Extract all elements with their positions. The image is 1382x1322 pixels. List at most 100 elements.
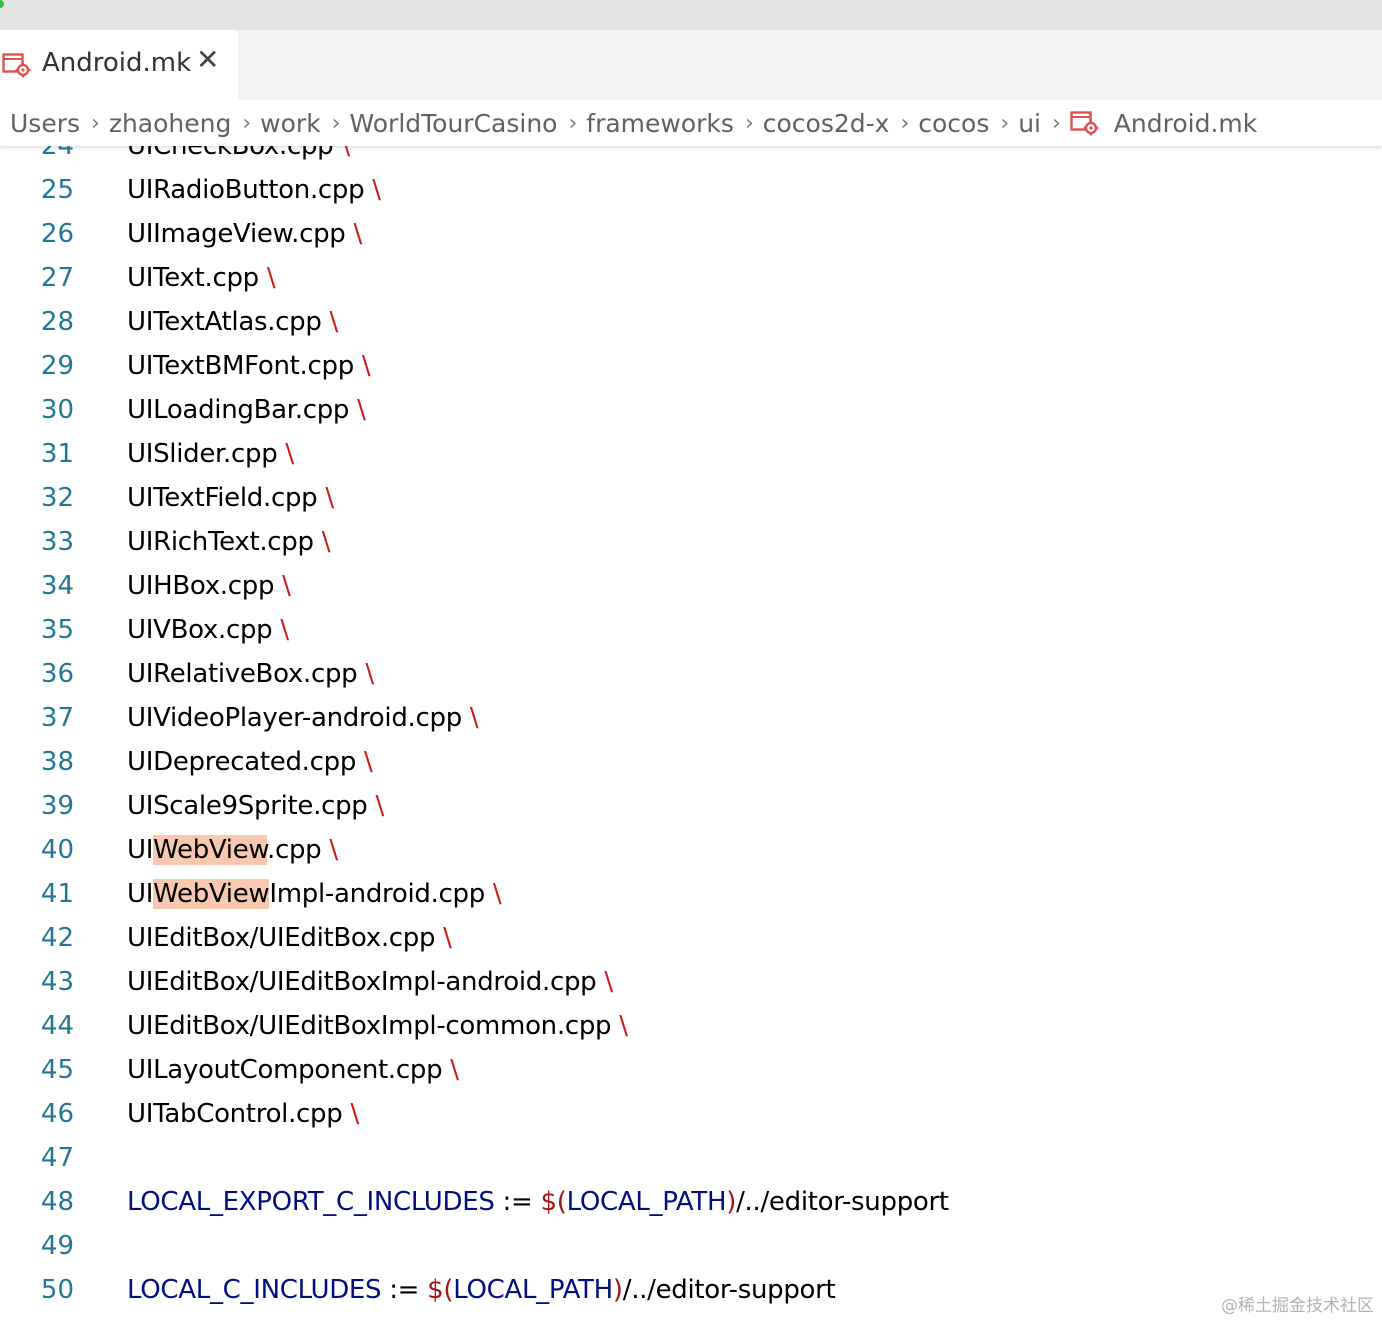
code-line[interactable]: 24 UICheckBox.cpp \: [0, 146, 1382, 168]
breadcrumb-label: Android.mk: [1113, 108, 1258, 138]
code-line[interactable]: 35 UIVBox.cpp \: [0, 608, 1382, 652]
assign-operator: :=: [494, 1187, 541, 1217]
breadcrumb-label: cocos2d-x: [762, 108, 890, 138]
line-continuation: \: [450, 1055, 459, 1085]
code-line[interactable]: 44 UIEditBox/UIEditBoxImpl-common.cpp \: [0, 1004, 1382, 1048]
window-zoom-button[interactable]: [0, 0, 4, 8]
source-file: UITextField.cpp: [127, 483, 318, 513]
tab-android-mk[interactable]: Android.mk ✕: [0, 30, 238, 100]
line-continuation: \: [372, 175, 381, 205]
source-file: UIRadioButton.cpp: [127, 175, 365, 205]
source-file: UICheckBox.cpp: [127, 146, 334, 161]
line-number: 24: [40, 146, 74, 161]
line-number: 49: [40, 1231, 74, 1261]
line-number: 42: [40, 923, 74, 953]
line-text: UIDeprecated.cpp \: [127, 740, 373, 784]
line-number: 38: [40, 747, 74, 777]
line-number: 43: [40, 967, 74, 997]
line-continuation: \: [321, 527, 331, 557]
source-file: UISlider.cpp: [127, 439, 278, 469]
line-text: UIEditBox/UIEditBoxImpl-android.cpp \: [127, 960, 613, 1004]
source-file: UILoadingBar.cpp: [127, 395, 350, 425]
breadcrumb-item[interactable]: zhaoheng: [109, 109, 232, 138]
line-number: 39: [40, 791, 74, 821]
line-number: 27: [40, 263, 74, 293]
code-line[interactable]: 36 UIRelativeBox.cpp \: [0, 652, 1382, 696]
variable-ref-open: $(: [540, 1187, 567, 1217]
line-continuation: \: [329, 835, 338, 865]
source-file: UIScale9Sprite.cpp: [127, 791, 368, 821]
line-text: UIVBox.cpp \: [127, 608, 289, 652]
breadcrumb-label: work: [260, 108, 321, 138]
breadcrumb-item[interactable]: frameworks: [586, 109, 734, 138]
line-number: 35: [40, 615, 74, 645]
code-line[interactable]: 48 LOCAL_EXPORT_C_INCLUDES := $(LOCAL_PAT…: [0, 1180, 1382, 1224]
code-line[interactable]: 26 UIImageView.cpp \: [0, 212, 1382, 256]
code-line[interactable]: 39 UIScale9Sprite.cpp \: [0, 784, 1382, 828]
breadcrumb: Users › zhaoheng › work › WorldTourCasino › fram…: [0, 100, 1382, 146]
breadcrumb-label: frameworks: [586, 108, 734, 138]
code-line[interactable]: 45 UILayoutComponent.cpp \: [0, 1048, 1382, 1092]
code-line[interactable]: 50 LOCAL_C_INCLUDES := $(LOCAL_PATH)/../e…: [0, 1268, 1382, 1312]
breadcrumb-item[interactable]: Users: [10, 109, 80, 138]
line-text: UIText.cpp \: [127, 256, 276, 300]
breadcrumb-item[interactable]: cocos: [918, 109, 989, 138]
code-line[interactable]: 25 UIRadioButton.cpp \: [0, 168, 1382, 212]
close-icon[interactable]: ✕: [196, 46, 219, 74]
code-line[interactable]: 29 UITextBMFont.cpp \: [0, 344, 1382, 388]
line-continuation: \: [266, 263, 276, 293]
code-line[interactable]: 32 UITextField.cpp \: [0, 476, 1382, 520]
source-file: UIEditBox/UIEditBoxImpl-common.cpp: [127, 1011, 612, 1041]
line-text: UIEditBox/UIEditBox.cpp \: [127, 916, 452, 960]
code-line[interactable]: 40 UIWebView.cpp \: [0, 828, 1382, 872]
source-file: UIHBox.cpp: [127, 571, 275, 601]
code-line[interactable]: 28 UITextAtlas.cpp \: [0, 300, 1382, 344]
code-line[interactable]: 27 UIText.cpp \: [0, 256, 1382, 300]
code-editor[interactable]: 24 UICheckBox.cpp \ 25 UIRadioButton.cpp \ 2…: [0, 146, 1382, 1322]
code-line[interactable]: 33 UIRichText.cpp \: [0, 520, 1382, 564]
line-number: 29: [40, 351, 74, 381]
line-continuation: \: [285, 439, 294, 469]
line-continuation: \: [280, 615, 289, 645]
line-continuation: \: [443, 923, 452, 953]
code-line[interactable]: 43 UIEditBox/UIEditBoxImpl-android.cpp \: [0, 960, 1382, 1004]
code-line[interactable]: 49: [0, 1224, 1382, 1268]
line-continuation: \: [329, 307, 339, 337]
breadcrumb-item[interactable]: WorldTourCasino: [349, 109, 557, 138]
code-line[interactable]: 38 UIDeprecated.cpp \: [0, 740, 1382, 784]
source-file-suffix: Impl-android.cpp: [269, 879, 485, 909]
code-line[interactable]: 46 UITabControl.cpp \: [0, 1092, 1382, 1136]
source-file: UIDeprecated.cpp: [127, 747, 357, 777]
line-number: 47: [40, 1143, 74, 1173]
makefile-variable: LOCAL_EXPORT_C_INCLUDES: [127, 1187, 495, 1217]
search-match-highlight: WebView: [153, 879, 270, 909]
code-line[interactable]: 42 UIEditBox/UIEditBox.cpp \: [0, 916, 1382, 960]
code-line[interactable]: 30 UILoadingBar.cpp \: [0, 388, 1382, 432]
line-continuation: \: [353, 219, 362, 249]
line-continuation: \: [492, 879, 502, 909]
breadcrumb-item[interactable]: ui: [1018, 109, 1041, 138]
code-line[interactable]: 47: [0, 1136, 1382, 1180]
chevron-right-icon: ›: [1000, 110, 1010, 136]
search-match-highlight: WebView: [153, 835, 268, 865]
breadcrumb-item[interactable]: Android.mk: [1070, 109, 1257, 138]
variable-ref-close: ): [612, 1275, 623, 1305]
line-continuation: \: [364, 747, 373, 777]
line-number: 30: [40, 395, 74, 425]
source-file: UILayoutComponent.cpp: [127, 1055, 443, 1085]
watermark: @稀土掘金技术社区: [1221, 1296, 1374, 1316]
breadcrumb-item[interactable]: work: [260, 109, 321, 138]
line-continuation: \: [341, 146, 350, 161]
line-text: UIVideoPlayer-android.cpp \: [127, 696, 479, 740]
line-text: UICheckBox.cpp \: [127, 146, 350, 168]
line-continuation: \: [361, 351, 371, 381]
code-line[interactable]: 37 UIVideoPlayer-android.cpp \: [0, 696, 1382, 740]
code-line[interactable]: 34 UIHBox.cpp \: [0, 564, 1382, 608]
line-text: UIWebViewImpl-android.cpp \: [127, 872, 502, 916]
source-file: UITabControl.cpp: [127, 1099, 343, 1129]
line-number: 50: [40, 1275, 74, 1305]
tab-label: Android.mk: [42, 48, 192, 78]
code-line[interactable]: 41 UIWebViewImpl-android.cpp \: [0, 872, 1382, 916]
code-line[interactable]: 31 UISlider.cpp \: [0, 432, 1382, 476]
breadcrumb-item[interactable]: cocos2d-x: [763, 109, 890, 138]
